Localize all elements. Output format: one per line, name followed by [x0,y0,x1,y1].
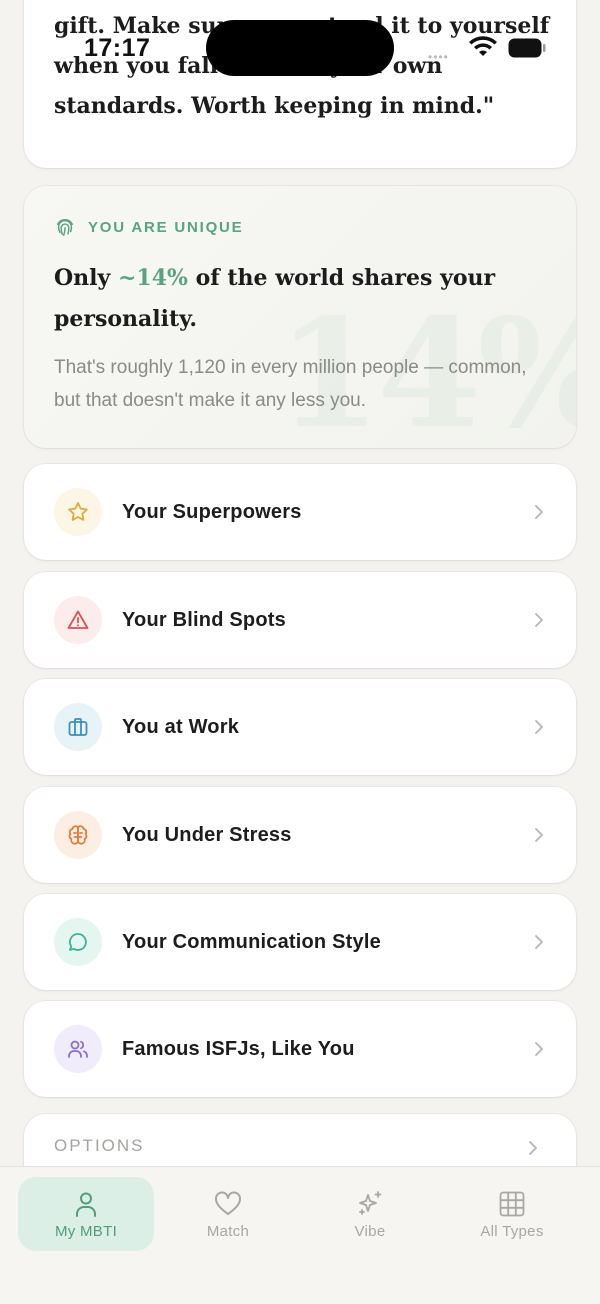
chevron-right-icon [532,717,546,737]
fingerprint-icon [56,219,74,236]
chevron-right-icon [532,932,546,952]
section-label: Your Blind Spots [122,608,286,631]
tab-my-mbti[interactable]: My MBTI [18,1177,154,1251]
section-label: Your Superpowers [122,500,302,523]
chevron-right-icon [532,825,546,845]
uniqueness-title-prefix: Only [54,265,118,291]
section-row-superpowers[interactable]: Your Superpowers [24,464,576,560]
person-icon [76,1192,96,1217]
tab-all-types[interactable]: All Types [444,1177,580,1251]
bottom-tab-bar: My MBTI Match Vibe All Types [0,1166,600,1304]
tab-match[interactable]: Match [160,1177,296,1251]
mbti-profile-screen: 17:17 •••• "Your patience with others is… [0,0,600,1304]
uniqueness-title: Only ~14% of the world shares your perso… [54,258,534,340]
section-label: You Under Stress [122,823,292,846]
tab-label: Match [206,1222,250,1240]
sparkles-icon [359,1190,382,1215]
section-row-communication[interactable]: Your Communication Style [24,894,576,990]
uniqueness-header: YOU ARE UNIQUE [54,216,244,238]
options-label: OPTIONS [54,1136,145,1155]
users-icon [54,1025,102,1073]
heart-icon [215,1191,241,1215]
section-label: You at Work [122,715,240,738]
tab-label: My MBTI [54,1222,118,1240]
uniqueness-subtitle: That's roughly 1,120 in every million pe… [54,357,527,411]
tab-vibe[interactable]: Vibe [302,1177,438,1251]
tab-label: All Types [480,1222,544,1240]
brain-icon [54,811,102,859]
warning-icon [54,596,102,644]
uniqueness-label: YOU ARE UNIQUE [88,218,244,236]
uniqueness-percent: ~14% [117,265,188,291]
briefcase-icon [54,703,102,751]
quote-card: "Your patience with others is a genuine … [24,0,576,168]
chevron-right-icon [532,502,546,522]
section-row-famous[interactable]: Famous ISFJs, Like You [24,1001,576,1097]
star-icon [54,488,102,536]
grid-icon [499,1191,525,1216]
chat-bubble-icon [54,918,102,966]
section-row-stress[interactable]: You Under Stress [24,787,576,883]
chevron-right-icon [526,1138,540,1158]
section-row-work[interactable]: You at Work [24,679,576,775]
uniqueness-card: 14% YOU ARE UNIQUE Only ~14% of the worl… [24,186,576,448]
section-label: Your Communication Style [122,930,381,953]
quote-text: "Your patience with others is a genuine … [54,13,550,119]
section-label: Famous ISFJs, Like You [122,1037,355,1060]
chevron-right-icon [532,610,546,630]
section-row-blind-spots[interactable]: Your Blind Spots [24,572,576,668]
tab-label: Vibe [354,1222,386,1240]
chevron-right-icon [532,1039,546,1059]
